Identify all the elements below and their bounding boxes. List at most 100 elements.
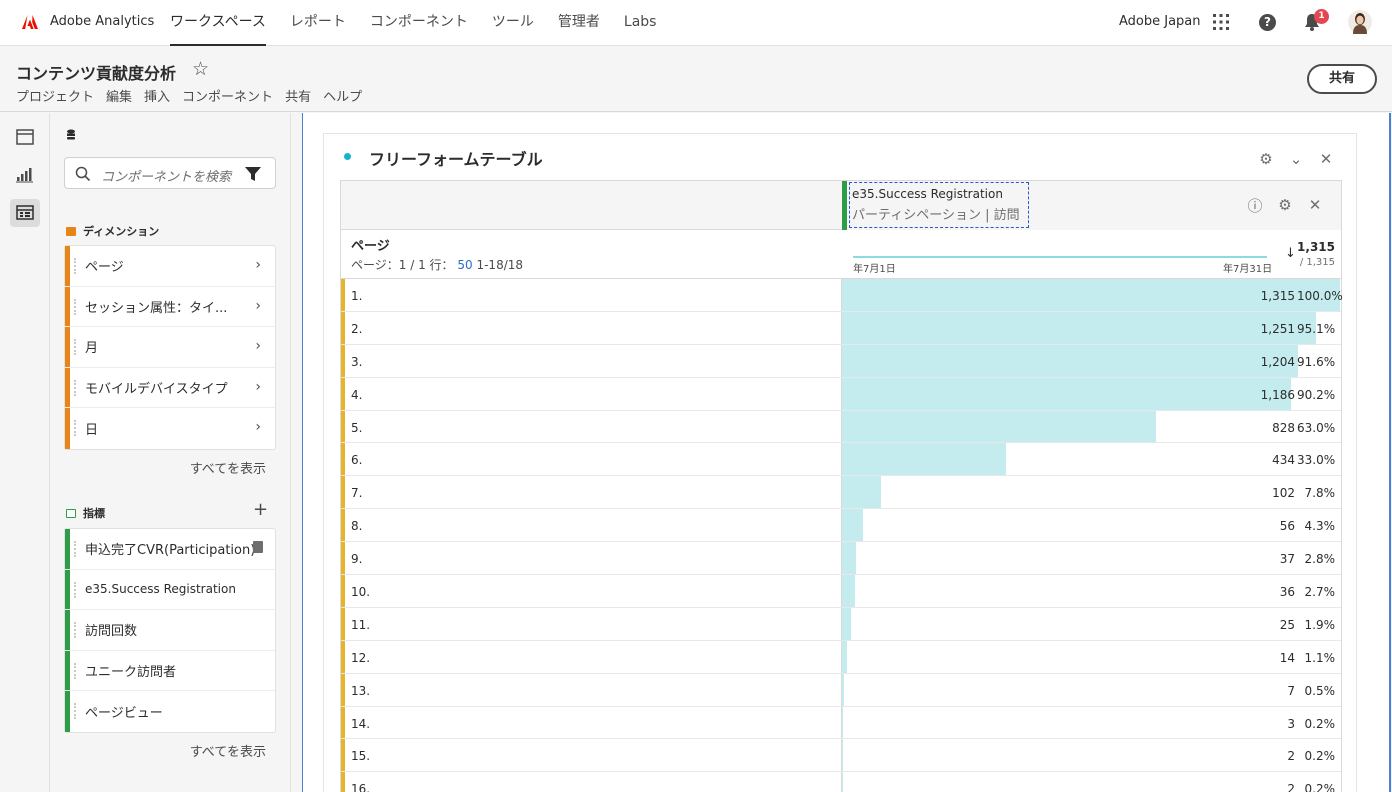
table-row[interactable]: 4. 1,186 90.2% xyxy=(341,377,1341,411)
chevron-right-icon[interactable]: › xyxy=(255,298,261,314)
row-index: 8. xyxy=(351,519,363,534)
row-percent: 100.0% xyxy=(1297,289,1343,303)
row-percent: 0.2% xyxy=(1304,749,1336,764)
search-input[interactable]: コンポーネントを検索 xyxy=(101,166,231,185)
collapse-chevron-icon[interactable]: ⌄ xyxy=(1286,149,1306,169)
metric-item-unique-visitors[interactable]: ユニーク訪問者 xyxy=(65,650,275,692)
components-panel: コンポーネントを検索 ディメンション ページ › セッション属性：タイ... › 月… xyxy=(50,113,290,792)
table-row[interactable]: 12. 14 1.1% xyxy=(341,640,1341,674)
components-rail-button[interactable] xyxy=(10,199,40,227)
pagination: ページ：1 / 1 行： 50 1-18/18 xyxy=(351,256,523,273)
nav-components[interactable]: コンポーネント xyxy=(370,0,468,46)
metric-item-cvr-participation[interactable]: 申込完了CVR(Participation) xyxy=(65,529,275,570)
filter-icon[interactable] xyxy=(245,166,261,182)
value-bar xyxy=(842,673,844,706)
table-row[interactable]: 13. 7 0.5% xyxy=(341,673,1341,707)
value-bar xyxy=(842,640,847,673)
visualizations-rail-button[interactable] xyxy=(10,161,40,189)
dimension-item-day[interactable]: 日 › xyxy=(65,408,275,449)
table-row[interactable]: 3. 1,204 91.6% xyxy=(341,344,1341,378)
nav-labs[interactable]: Labs xyxy=(624,0,657,46)
nav-admin[interactable]: 管理者 xyxy=(558,0,600,46)
table-row[interactable]: 2. 1,251 95.1% xyxy=(341,311,1341,345)
settings-gear-icon[interactable]: ⚙ xyxy=(1256,149,1276,169)
rows-per-page-select[interactable]: 50 xyxy=(457,258,472,272)
table-row[interactable]: 11. 25 1.9% xyxy=(341,607,1341,641)
metric-item-visits[interactable]: 訪問回数 xyxy=(65,610,275,651)
table-row[interactable]: 16. 2 0.2% xyxy=(341,772,1341,792)
remove-column-close-icon[interactable]: ✕ xyxy=(1305,195,1325,215)
menu-insert[interactable]: 挿入 xyxy=(144,86,170,105)
table-row[interactable]: 8. 56 4.3% xyxy=(341,509,1341,543)
share-button[interactable]: 共有 xyxy=(1307,64,1377,94)
nav-workspace[interactable]: ワークスペース xyxy=(170,0,266,46)
metric-column-dropzone[interactable]: e35.Success Registration パーティシペーション | 訪問 xyxy=(849,182,1029,228)
table-row[interactable]: 14. 3 0.2% xyxy=(341,706,1341,740)
table-row[interactable]: 7. 102 7.8% xyxy=(341,476,1341,510)
row-dimension-marker xyxy=(341,640,345,673)
dimension-item-mobile-device-type[interactable]: モバイルデバイスタイプ › xyxy=(65,367,275,409)
sparkline-start-date: 年7月1日 xyxy=(853,264,896,275)
user-avatar[interactable] xyxy=(1348,10,1372,34)
row-index: 14. xyxy=(351,716,371,731)
dimension-column-title[interactable]: ページ xyxy=(351,235,390,254)
dimension-item-page[interactable]: ページ › xyxy=(65,246,275,287)
row-index: 15. xyxy=(351,749,371,764)
row-index: 5. xyxy=(351,420,363,435)
row-index: 9. xyxy=(351,552,363,567)
metric-item-e35-success-registration[interactable]: e35.Success Registration xyxy=(65,569,275,611)
menu-edit[interactable]: 編集 xyxy=(106,86,132,105)
table-row[interactable]: 10. 36 2.7% xyxy=(341,575,1341,608)
column-total: 1,315 xyxy=(1297,240,1335,254)
row-percent: 90.2% xyxy=(1297,387,1336,402)
favorite-star-icon[interactable]: ☆ xyxy=(192,58,209,80)
nav-tools[interactable]: ツール xyxy=(492,0,534,46)
info-icon[interactable]: ⓘ xyxy=(1245,195,1265,215)
chevron-right-icon[interactable]: › xyxy=(255,379,261,395)
app-name[interactable]: Adobe Analytics xyxy=(50,14,154,29)
row-value: 7 xyxy=(1287,683,1295,698)
app-switcher-icon[interactable] xyxy=(1212,13,1230,31)
project-title[interactable]: コンテンツ貢献度分析 xyxy=(16,60,176,84)
table-row[interactable]: 15. 2 0.2% xyxy=(341,739,1341,773)
table-subheader: ページ ページ：1 / 1 行： 50 1-18/18 年7月1日 年7月31日… xyxy=(341,230,1341,279)
row-value: 14 xyxy=(1279,650,1295,665)
menu-components[interactable]: コンポーネント xyxy=(182,86,273,105)
table-row[interactable]: 9. 37 2.8% xyxy=(341,542,1341,576)
add-metric-icon[interactable]: + xyxy=(253,499,268,520)
close-icon[interactable]: ✕ xyxy=(1316,149,1336,169)
component-search[interactable]: コンポーネントを検索 xyxy=(64,157,276,189)
chevron-right-icon[interactable]: › xyxy=(255,338,261,354)
data-source-icon[interactable] xyxy=(66,129,76,141)
freeform-table-title[interactable]: フリーフォームテーブル xyxy=(369,146,543,170)
metrics-show-all-link[interactable]: すべてを表示 xyxy=(50,741,266,760)
dimension-label: セッション属性：タイ... xyxy=(85,300,228,316)
menu-project[interactable]: プロジェクト xyxy=(16,86,94,105)
chevron-right-icon[interactable]: › xyxy=(255,257,261,273)
value-bar xyxy=(842,311,1316,344)
value-bar xyxy=(842,607,851,640)
metric-column-header[interactable]: e35.Success Registration パーティシペーション | 訪問… xyxy=(842,181,1341,230)
value-bar xyxy=(842,739,843,772)
dimension-item-month[interactable]: 月 › xyxy=(65,327,275,368)
row-percent: 0.2% xyxy=(1304,782,1336,792)
sort-descending-icon[interactable]: ↓ xyxy=(1285,246,1296,261)
help-icon[interactable]: ? xyxy=(1259,14,1276,31)
column-settings-gear-icon[interactable]: ⚙ xyxy=(1275,195,1295,215)
adobe-logo-icon[interactable] xyxy=(22,14,38,30)
row-value: 1,186 xyxy=(1260,387,1295,402)
dimensions-show-all-link[interactable]: すべてを表示 xyxy=(50,458,266,477)
panel-splitter[interactable] xyxy=(290,113,304,792)
table-row[interactable]: 6. 434 33.0% xyxy=(341,443,1341,477)
menu-help[interactable]: ヘルプ xyxy=(323,86,362,105)
metric-item-page-views[interactable]: ページビュー xyxy=(65,691,275,732)
chevron-right-icon[interactable]: › xyxy=(255,419,261,435)
nav-reports[interactable]: レポート xyxy=(290,0,346,46)
row-value: 1,315 xyxy=(1260,289,1295,303)
table-row[interactable]: 1. 1,315 100.0% xyxy=(341,279,1343,312)
menu-share[interactable]: 共有 xyxy=(285,86,311,105)
table-row[interactable]: 5. 828 63.0% xyxy=(341,410,1341,444)
dimension-item-session-attr[interactable]: セッション属性：タイ... › xyxy=(65,286,275,328)
org-switcher[interactable]: Adobe Japan xyxy=(1119,14,1201,29)
panels-rail-button[interactable] xyxy=(10,125,40,153)
